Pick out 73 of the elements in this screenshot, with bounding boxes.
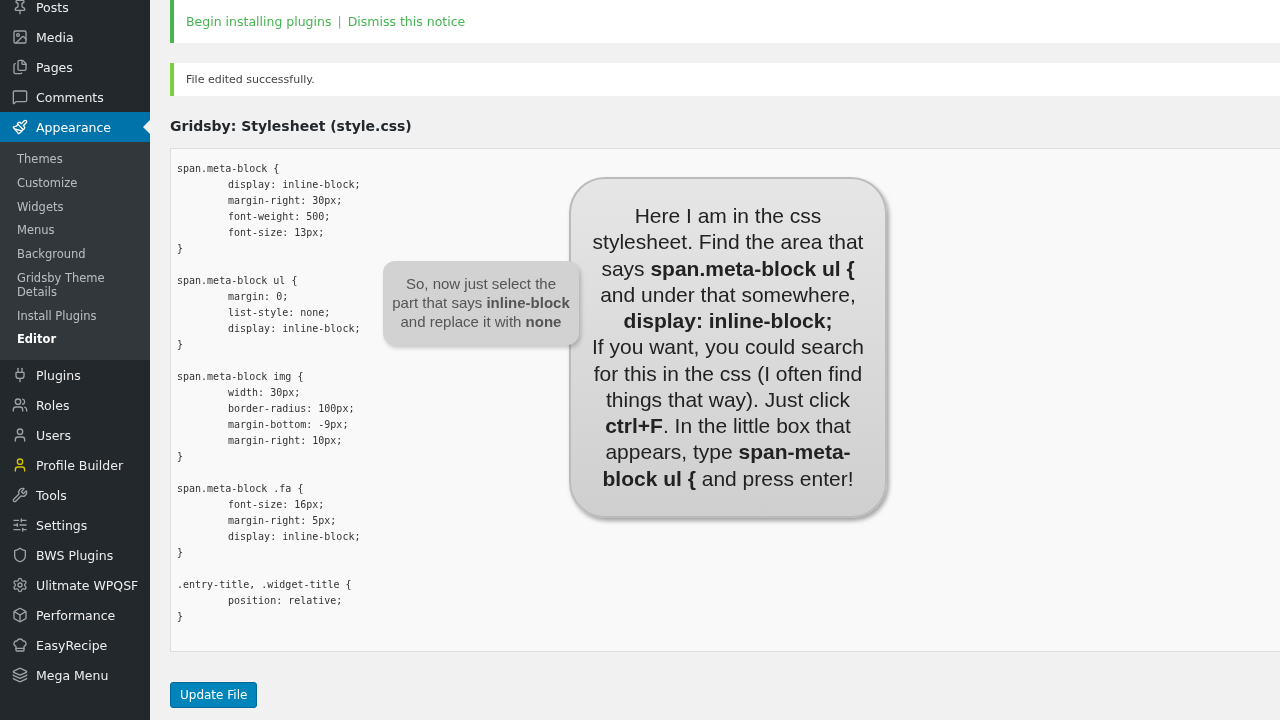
settings-icon bbox=[12, 577, 28, 594]
code-line: border-radius: 100px; bbox=[227, 402, 355, 416]
code-line: margin-right: 30px; bbox=[227, 194, 343, 208]
code-line: span.meta-block ul { bbox=[177, 274, 298, 288]
sidebar-item[interactable]: Appearance bbox=[0, 112, 150, 142]
code-line: } bbox=[177, 242, 184, 256]
code-line: width: 30px; bbox=[227, 386, 301, 400]
submenu-item[interactable]: Background bbox=[0, 243, 150, 267]
submenu-item[interactable]: Menus bbox=[0, 219, 150, 244]
brush-icon bbox=[12, 119, 28, 135]
submenu-item[interactable]: Install Plugins bbox=[0, 304, 150, 329]
callout-text: Here I am in the css stylesheet. Find the area that says span.meta-block ul { and under that somewhere, display: inline-block; bbox=[591, 203, 865, 334]
pages-icon bbox=[12, 59, 28, 75]
update-file-button[interactable]: Update File bbox=[170, 682, 258, 708]
code-line: } bbox=[177, 546, 184, 560]
sidebar-item[interactable]: EasyRecipe bbox=[0, 630, 150, 661]
submenu-item[interactable]: Themes bbox=[0, 148, 150, 172]
sidebar-item[interactable]: Tools bbox=[0, 480, 150, 511]
code-line: display: inline-block; bbox=[227, 530, 361, 544]
user-icon bbox=[12, 457, 28, 474]
sidebar-item[interactable]: Media bbox=[0, 22, 150, 52]
settings-icon bbox=[12, 517, 28, 534]
layers-icon bbox=[12, 667, 28, 684]
sidebar-item[interactable]: Pages bbox=[0, 52, 150, 82]
code-line: } bbox=[177, 450, 184, 464]
callout-text: If you want, you could search for this in the css (I often find things that way). Just click ctrl+F. In the little box that appears, type span-meta-block ul { and press enter! bbox=[591, 334, 865, 492]
sidebar-item[interactable]: Posts bbox=[0, 0, 150, 22]
sidebar-item[interactable]: Users bbox=[0, 420, 150, 451]
code-line: list-style: none; bbox=[227, 306, 331, 320]
plug-icon bbox=[12, 367, 28, 384]
submenu-item[interactable]: Editor bbox=[0, 328, 150, 353]
editor-title: Gridsby: Stylesheet (style.css) bbox=[170, 118, 413, 134]
sidebar-item[interactable]: Profile Builder bbox=[0, 450, 150, 481]
code-line: margin-right: 5px; bbox=[227, 514, 337, 528]
sidebar-item[interactable]: Mega Menu bbox=[0, 660, 150, 691]
media-icon bbox=[12, 29, 28, 45]
code-editor[interactable] bbox=[170, 148, 1280, 652]
code-line: } bbox=[177, 610, 184, 624]
user-icon bbox=[12, 427, 28, 444]
submenu-item[interactable]: Customize bbox=[0, 171, 150, 196]
users-icon bbox=[12, 397, 28, 414]
code-line: .entry-title, .widget-title { bbox=[177, 578, 352, 592]
shield-icon bbox=[12, 547, 28, 564]
box-icon bbox=[12, 607, 28, 624]
code-line: margin-right: 10px; bbox=[227, 434, 343, 448]
code-line: } bbox=[177, 338, 184, 352]
chef-hat-icon bbox=[12, 637, 28, 654]
link-separator: | bbox=[337, 14, 342, 29]
code-line: font-weight: 500; bbox=[227, 210, 331, 224]
code-line: position: relative; bbox=[227, 594, 343, 608]
sidebar-item[interactable]: Ulitmate WPQSF bbox=[0, 570, 150, 601]
notice-text: File edited successfully. bbox=[186, 73, 315, 86]
code-line: span.meta-block img { bbox=[177, 370, 304, 384]
code-line: display: inline-block; bbox=[227, 178, 361, 192]
sidebar-item[interactable]: Roles bbox=[0, 390, 150, 421]
code-line: margin-bottom: -9px; bbox=[227, 418, 349, 432]
code-line: span.meta-block .fa { bbox=[177, 482, 304, 496]
code-line: span.meta-block { bbox=[177, 162, 280, 176]
wrench-icon bbox=[12, 487, 28, 504]
code-line: margin: 0; bbox=[227, 290, 289, 304]
submenu-item[interactable]: Gridsby Theme Details bbox=[0, 267, 150, 305]
sidebar-item[interactable]: BWS Plugins bbox=[0, 540, 150, 571]
code-line: display: inline-block; bbox=[227, 322, 361, 336]
pin-icon bbox=[12, 0, 28, 15]
sidebar-item[interactable]: Performance bbox=[0, 600, 150, 631]
code-line: font-size: 13px; bbox=[227, 226, 325, 240]
code-line: font-size: 16px; bbox=[227, 498, 325, 512]
submenu-item[interactable]: Widgets bbox=[0, 195, 150, 220]
comment-icon bbox=[12, 89, 28, 105]
callout-text: So, now just select the part that says inline-block and replace it with none bbox=[391, 275, 571, 332]
sidebar-item[interactable]: Plugins bbox=[0, 360, 150, 391]
sidebar-item[interactable]: Comments bbox=[0, 82, 150, 112]
sidebar-item[interactable]: Settings bbox=[0, 510, 150, 541]
